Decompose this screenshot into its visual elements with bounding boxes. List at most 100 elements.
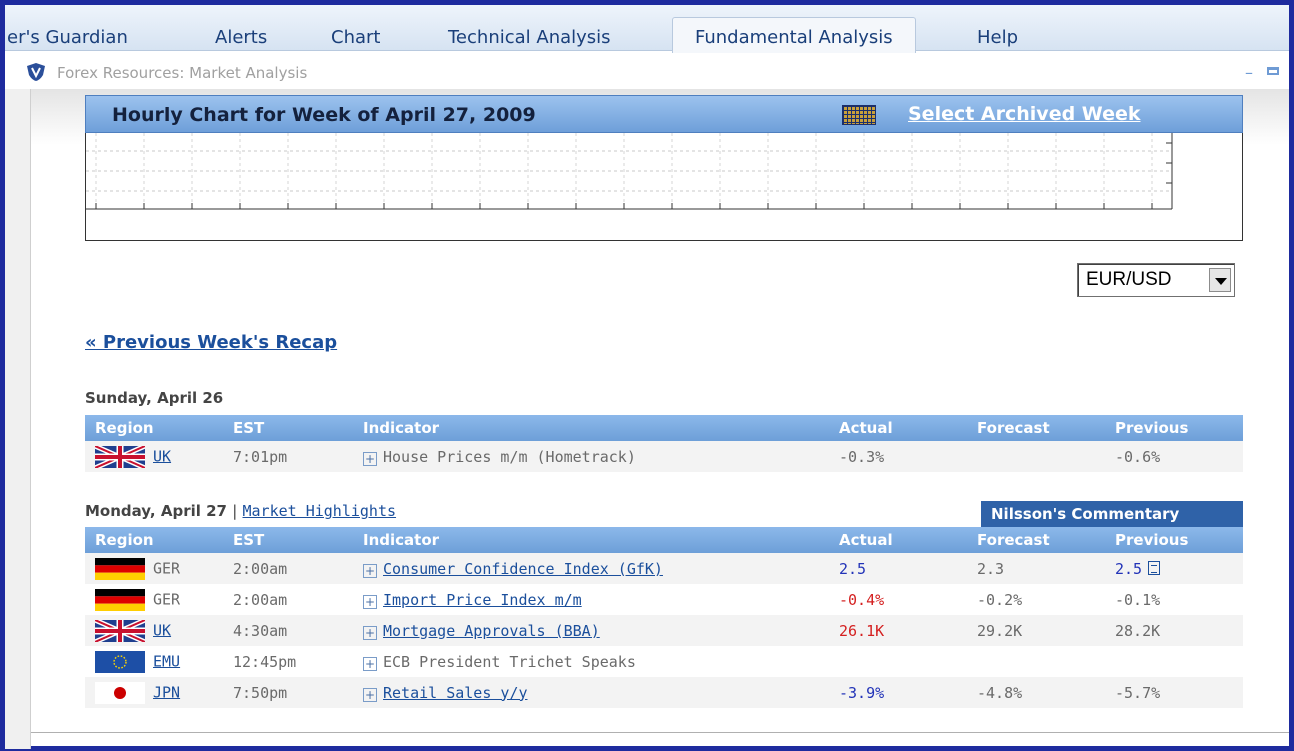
main-tab-bar: er's Guardian Alerts Chart Technical Ana… xyxy=(5,5,1289,53)
select-archived-week-link[interactable]: Select Archived Week xyxy=(908,103,1140,125)
market-highlights-link[interactable]: Market Highlights xyxy=(243,502,397,520)
region-jpn[interactable]: JPN xyxy=(153,683,180,701)
shield-logo-icon xyxy=(27,63,45,81)
time-cell: 7:50pm xyxy=(223,677,353,708)
tab-technical-analysis[interactable]: Technical Analysis xyxy=(448,27,611,48)
tab-chart[interactable]: Chart xyxy=(331,27,380,48)
chart-grid xyxy=(86,133,1173,210)
eu-flag-icon xyxy=(95,650,145,673)
tab-alerts[interactable]: Alerts xyxy=(215,27,267,48)
calendar-table-monday: Region EST Indicator Actual Forecast Previous… xyxy=(85,527,1243,708)
region-cell: GER xyxy=(85,584,223,615)
hourly-chart-area xyxy=(85,133,1243,241)
actual-cell: -0.3% xyxy=(829,441,967,472)
forecast-cell xyxy=(967,441,1105,472)
expand-plus-icon[interactable]: + xyxy=(363,625,377,640)
actual-cell: -3.9% xyxy=(829,677,967,708)
previous-cell: -0.6% xyxy=(1105,441,1243,472)
indicator-cell: + Consumer Confidence Index (GfK) xyxy=(353,553,829,584)
indicator-cell: + Mortgage Approvals (BBA) xyxy=(353,615,829,646)
column-header-actual: Actual xyxy=(829,415,967,441)
day-label-monday: Monday, April 27 | Market Highlights xyxy=(85,502,396,520)
column-header-previous: Previous xyxy=(1105,415,1243,441)
table-row: EMU 12:45pm + ECB President Trichet Speaks xyxy=(85,646,1243,677)
region-cell: EMU xyxy=(85,646,223,677)
table-row: GER 2:00am + Import Price Index m/m -0.4% -0.… xyxy=(85,584,1243,615)
japan-flag-icon xyxy=(95,681,145,704)
previous-cell xyxy=(1105,646,1243,677)
expand-plus-icon[interactable]: + xyxy=(363,687,377,702)
app-window: er's Guardian Alerts Chart Technical Ana… xyxy=(0,0,1294,751)
table-header-row: Region EST Indicator Actual Forecast Previous xyxy=(85,527,1243,553)
column-header-est: EST xyxy=(223,527,353,553)
column-header-indicator: Indicator xyxy=(353,415,829,441)
uk-flag-icon xyxy=(95,619,145,642)
separator: | xyxy=(232,502,238,520)
region-cell: JPN xyxy=(85,677,223,708)
chart-header: Hourly Chart for Week of April 27, 2009 … xyxy=(85,95,1243,133)
tab-traders-guardian[interactable]: er's Guardian xyxy=(7,27,128,48)
region-cell: UK xyxy=(85,615,223,646)
region-cell: UK xyxy=(85,441,223,472)
expand-plus-icon[interactable]: + xyxy=(363,656,377,671)
calendar-icon[interactable] xyxy=(842,105,876,125)
chart-title: Hourly Chart for Week of April 27, 2009 xyxy=(112,104,536,126)
column-header-est: EST xyxy=(223,415,353,441)
expand-plus-icon[interactable]: + xyxy=(363,563,377,578)
table-header-row: Region EST Indicator Actual Forecast Previous xyxy=(85,415,1243,441)
previous-week-recap-link[interactable]: « Previous Week's Recap xyxy=(85,332,337,353)
region-emu[interactable]: EMU xyxy=(153,652,180,670)
uk-flag-icon xyxy=(95,445,145,468)
tab-help[interactable]: Help xyxy=(977,27,1018,48)
currency-pair-select[interactable]: EUR/USD xyxy=(1077,263,1235,297)
time-cell: 4:30am xyxy=(223,615,353,646)
forecast-cell: 2.3 xyxy=(967,553,1105,584)
previous-cell: 28.2K xyxy=(1105,615,1243,646)
actual-cell xyxy=(829,646,967,677)
chevron-down-icon[interactable] xyxy=(1209,268,1231,292)
maximize-button[interactable] xyxy=(1267,67,1279,75)
column-header-previous: Previous xyxy=(1105,527,1243,553)
region-uk[interactable]: UK xyxy=(153,621,171,639)
expand-plus-icon[interactable]: + xyxy=(363,594,377,609)
indicator-cell: + ECB President Trichet Speaks xyxy=(353,646,829,677)
forecast-cell xyxy=(967,646,1105,677)
indicator-cell: + Retail Sales y/y xyxy=(353,677,829,708)
germany-flag-icon xyxy=(95,588,145,611)
table-row: GER 2:00am + Consumer Confidence Index (GfK… xyxy=(85,553,1243,584)
column-header-region: Region xyxy=(85,415,223,441)
revision-icon[interactable] xyxy=(1148,560,1161,575)
actual-cell: 26.1K xyxy=(829,615,967,646)
indicator-name[interactable]: Retail Sales y/y xyxy=(383,684,528,702)
indicator-name: House Prices m/m (Hometrack) xyxy=(383,447,636,466)
column-header-forecast: Forecast xyxy=(967,415,1105,441)
table-row: UK 7:01pm + House Prices m/m (Hometrack) -0.… xyxy=(85,441,1243,472)
indicator-name[interactable]: Consumer Confidence Index (GfK) xyxy=(383,560,663,578)
indicator-name[interactable]: Mortgage Approvals (BBA) xyxy=(383,622,600,640)
tab-fundamental-analysis[interactable]: Fundamental Analysis xyxy=(672,17,916,53)
column-header-indicator: Indicator xyxy=(353,527,829,553)
indicator-name[interactable]: Import Price Index m/m xyxy=(383,591,582,609)
column-header-region: Region xyxy=(85,527,223,553)
previous-cell: 2.5 xyxy=(1105,553,1243,584)
minimize-button[interactable]: – xyxy=(1245,63,1253,82)
region-uk[interactable]: UK xyxy=(153,447,171,465)
nilssons-commentary-button[interactable]: Nilsson's Commentary xyxy=(981,501,1243,527)
currency-pair-value: EUR/USD xyxy=(1086,269,1172,290)
previous-cell: -5.7% xyxy=(1105,677,1243,708)
indicator-name: ECB President Trichet Speaks xyxy=(383,652,636,671)
left-splitter[interactable] xyxy=(5,89,31,749)
expand-plus-icon[interactable]: + xyxy=(363,451,377,466)
day-label-sunday: Sunday, April 26 xyxy=(85,389,224,407)
forecast-cell: -4.8% xyxy=(967,677,1105,708)
day-label-text: Monday, April 27 xyxy=(85,502,227,520)
calendar-table-sunday: Region EST Indicator Actual Forecast Previous… xyxy=(85,415,1243,472)
column-header-actual: Actual xyxy=(829,527,967,553)
forecast-cell: 29.2K xyxy=(967,615,1105,646)
actual-cell: -0.4% xyxy=(829,584,967,615)
region-ger: GER xyxy=(153,590,181,608)
germany-flag-icon xyxy=(95,557,145,580)
region-ger: GER xyxy=(153,559,181,577)
indicator-cell: + Import Price Index m/m xyxy=(353,584,829,615)
table-row: JPN 7:50pm + Retail Sales y/y -3.9% -4.8% -5.7… xyxy=(85,677,1243,708)
